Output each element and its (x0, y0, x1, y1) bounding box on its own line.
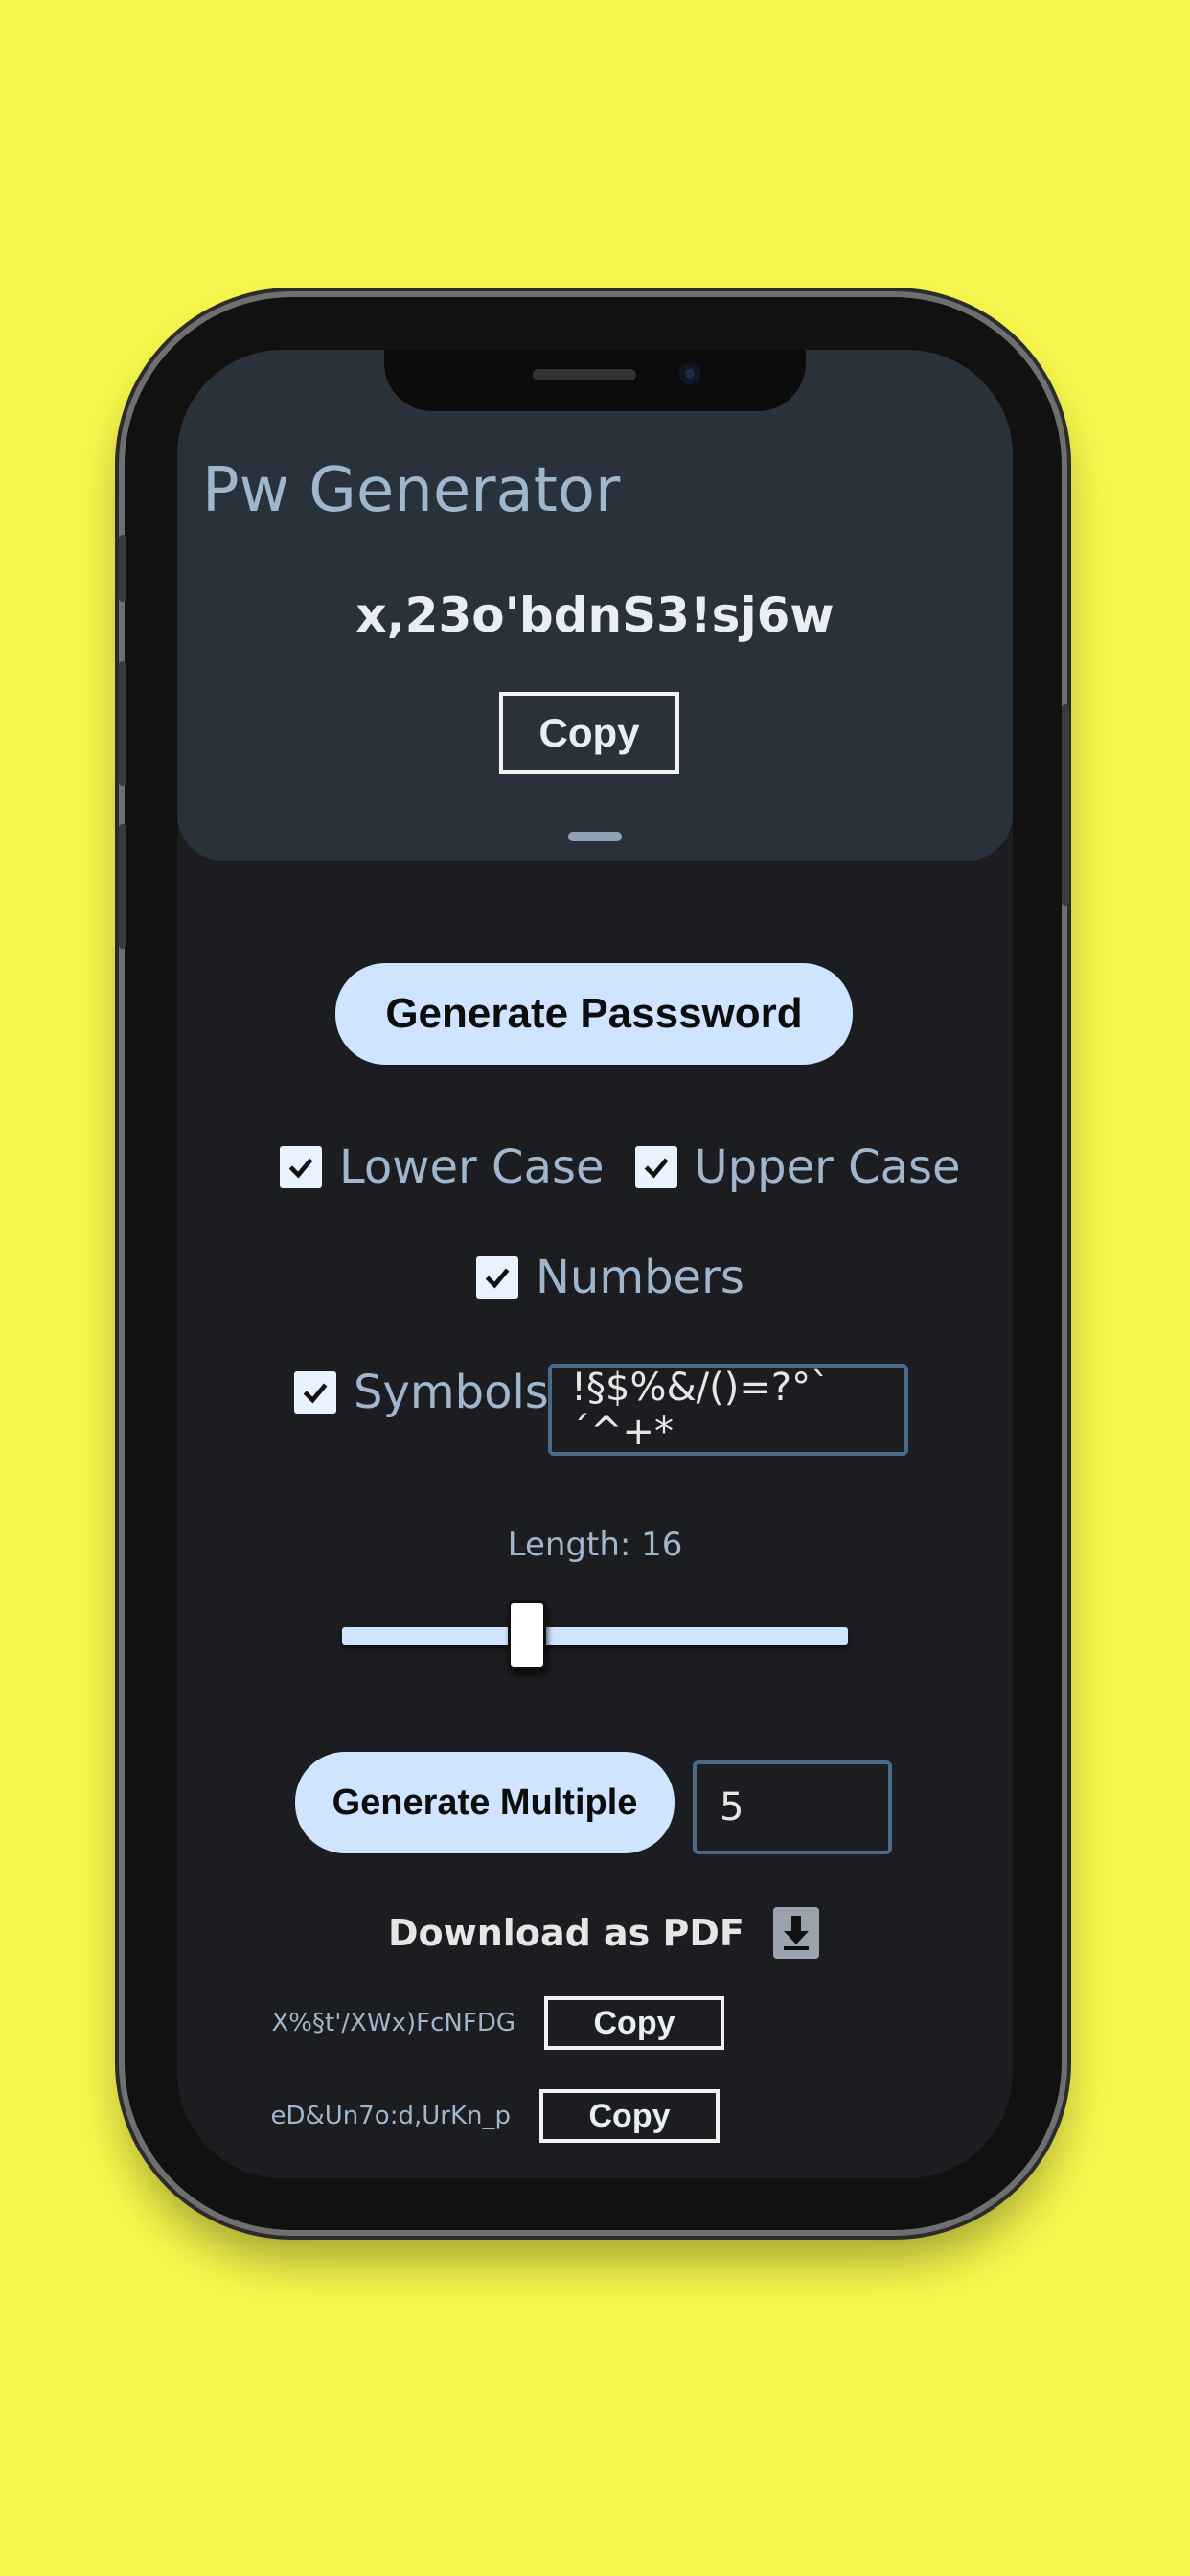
multiple-count-input[interactable]: 5 (693, 1760, 892, 1854)
app-screen: Pw Generator x,23o'bdnS3!sj6w Copy Gener… (177, 350, 1013, 2178)
numbers-checkbox[interactable] (476, 1256, 518, 1299)
symbols-checkbox[interactable] (294, 1371, 336, 1414)
symbols-input[interactable]: !§$%&/()=?°`´^+* (548, 1364, 908, 1456)
length-label: Length: 16 (507, 1526, 683, 1564)
volume-down-button (119, 824, 126, 949)
generate-password-button[interactable]: Generate Passsword (335, 963, 853, 1065)
copy-result-button[interactable]: Copy (544, 1996, 724, 2050)
sheet-drag-handle[interactable] (568, 832, 622, 841)
generate-multiple-button[interactable]: Generate Multiple (295, 1752, 675, 1853)
page-title: Pw Generator (202, 455, 621, 526)
checkmark-icon (288, 1158, 313, 1179)
result-password: X%§t'/XWx)FcNFDG (271, 2009, 516, 2037)
numbers-option: Numbers (476, 1251, 744, 1304)
upper-case-label: Upper Case (694, 1140, 961, 1194)
case-options: Lower Case Upper Case (280, 1140, 961, 1194)
power-button (1062, 704, 1069, 906)
notch (384, 350, 806, 411)
camera-icon (679, 363, 700, 384)
copy-password-button[interactable]: Copy (499, 692, 679, 774)
volume-up-button (119, 661, 126, 786)
length-slider-track[interactable] (342, 1627, 848, 1644)
result-password: eD&Un7o:d,UrKn_p (270, 2102, 511, 2130)
generated-password: x,23o'bdnS3!sj6w (355, 587, 835, 643)
list-item: X%§t'/XWx)FcNFDG Copy (266, 1996, 724, 2050)
checkmark-icon (485, 1268, 510, 1289)
lower-case-checkbox[interactable] (280, 1146, 322, 1188)
speaker (533, 369, 636, 380)
download-pdf-row[interactable]: Download as PDF (388, 1907, 819, 1959)
download-pdf-label[interactable]: Download as PDF (388, 1912, 744, 1954)
mute-switch (119, 535, 126, 602)
arrow-down-icon (783, 1916, 809, 1950)
checkmark-icon (644, 1158, 668, 1179)
lower-case-label: Lower Case (339, 1140, 605, 1194)
numbers-label: Numbers (536, 1251, 744, 1304)
copy-result-button[interactable]: Copy (539, 2089, 720, 2143)
list-item: eD&Un7o:d,UrKn_p Copy (262, 2089, 720, 2143)
download-icon[interactable] (772, 1907, 819, 1959)
checkmark-icon (303, 1383, 328, 1404)
symbols-label: Symbols (354, 1366, 549, 1419)
symbols-option: Symbols (294, 1366, 549, 1419)
length-slider-thumb[interactable] (508, 1600, 546, 1669)
upper-case-checkbox[interactable] (634, 1146, 677, 1188)
password-sheet: Pw Generator x,23o'bdnS3!sj6w Copy (177, 350, 1013, 861)
